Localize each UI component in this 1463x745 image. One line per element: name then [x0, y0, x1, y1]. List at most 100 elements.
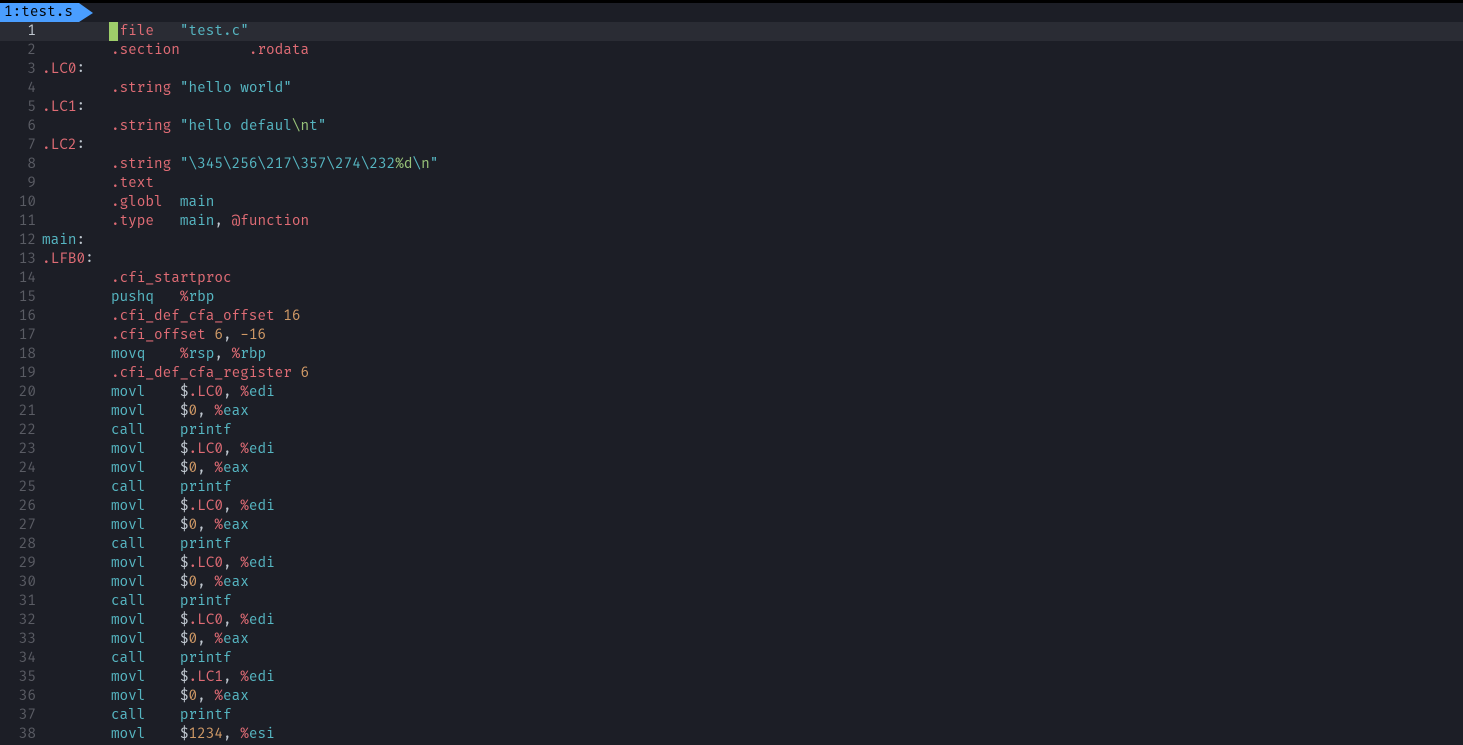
- code-content[interactable]: .LFB0:: [42, 250, 1463, 269]
- code-content[interactable]: main:: [42, 231, 1463, 250]
- code-line[interactable]: 36 movl $0, %eax: [0, 687, 1463, 706]
- code-line[interactable]: 22 call printf: [0, 421, 1463, 440]
- code-content[interactable]: .cfi_def_cfa_offset 16: [42, 307, 1463, 326]
- code-line[interactable]: 28 call printf: [0, 535, 1463, 554]
- code-content[interactable]: movl $0, %eax: [42, 402, 1463, 421]
- token-reg: edi: [249, 612, 275, 629]
- code-line[interactable]: 5.LC1:: [0, 98, 1463, 117]
- token-plain: [292, 365, 301, 382]
- token-d: .: [189, 669, 198, 686]
- code-line[interactable]: 29 movl $.LC0, %edi: [0, 554, 1463, 573]
- code-line[interactable]: 23 movl $.LC0, %edi: [0, 440, 1463, 459]
- line-number: 35: [0, 668, 42, 687]
- code-line[interactable]: 27 movl $0, %eax: [0, 516, 1463, 535]
- code-content[interactable]: .type main, @function: [42, 212, 1463, 231]
- code-content[interactable]: movl $.LC1, %edi: [42, 668, 1463, 687]
- code-line[interactable]: 6 .string "hello defaul\nt": [0, 117, 1463, 136]
- code-content[interactable]: movl $.LC0, %edi: [42, 383, 1463, 402]
- code-line[interactable]: 8 .string "\345\256\217\357\274\232%d\n": [0, 155, 1463, 174]
- code-line[interactable]: 15 pushq %rbp: [0, 288, 1463, 307]
- token-plain: [42, 23, 111, 40]
- code-content[interactable]: .section .rodata: [42, 41, 1463, 60]
- token-pct: %: [240, 498, 249, 515]
- code-content[interactable]: movl $0, %eax: [42, 516, 1463, 535]
- code-content[interactable]: movl $0, %eax: [42, 459, 1463, 478]
- code-content[interactable]: pushq %rbp: [42, 288, 1463, 307]
- code-content[interactable]: movl $0, %eax: [42, 687, 1463, 706]
- code-line[interactable]: 11 .type main, @function: [0, 212, 1463, 231]
- code-line[interactable]: 33 movl $0, %eax: [0, 630, 1463, 649]
- code-line[interactable]: 9 .text: [0, 174, 1463, 193]
- code-content[interactable]: .text: [42, 174, 1463, 193]
- code-line[interactable]: 20 movl $.LC0, %edi: [0, 383, 1463, 402]
- code-line[interactable]: 14 .cfi_startproc: [0, 269, 1463, 288]
- code-content[interactable]: .LC1:: [42, 98, 1463, 117]
- token-comma: ,: [223, 669, 240, 686]
- code-content[interactable]: call printf: [42, 649, 1463, 668]
- code-line[interactable]: 17 .cfi_offset 6, -16: [0, 326, 1463, 345]
- code-content[interactable]: movq %rsp, %rbp: [42, 345, 1463, 364]
- code-line[interactable]: 1 .file "test.c": [0, 22, 1463, 41]
- code-content[interactable]: movl $1234, %esi: [42, 725, 1463, 744]
- token-reg: eax: [223, 688, 249, 705]
- code-content[interactable]: .LC2:: [42, 136, 1463, 155]
- code-content[interactable]: .LC0:: [42, 60, 1463, 79]
- code-line[interactable]: 37 call printf: [0, 706, 1463, 725]
- code-content[interactable]: .globl main: [42, 193, 1463, 212]
- code-line[interactable]: 7.LC2:: [0, 136, 1463, 155]
- code-line[interactable]: 30 movl $0, %eax: [0, 573, 1463, 592]
- line-number: 23: [0, 440, 42, 459]
- line-number: 15: [0, 288, 42, 307]
- code-line[interactable]: 10 .globl main: [0, 193, 1463, 212]
- token-plain: [171, 80, 180, 97]
- token-kw: function: [240, 213, 309, 230]
- code-line[interactable]: 25 call printf: [0, 478, 1463, 497]
- code-content[interactable]: .cfi_startproc: [42, 269, 1463, 288]
- token-plain: [145, 346, 179, 363]
- code-content[interactable]: movl $0, %eax: [42, 573, 1463, 592]
- code-line[interactable]: 13.LFB0:: [0, 250, 1463, 269]
- code-content[interactable]: call printf: [42, 706, 1463, 725]
- code-line[interactable]: 24 movl $0, %eax: [0, 459, 1463, 478]
- code-line[interactable]: 35 movl $.LC1, %edi: [0, 668, 1463, 687]
- code-line[interactable]: 18 movq %rsp, %rbp: [0, 345, 1463, 364]
- code-line[interactable]: 4 .string "hello world": [0, 79, 1463, 98]
- line-number: 14: [0, 269, 42, 288]
- code-line[interactable]: 21 movl $0, %eax: [0, 402, 1463, 421]
- code-line[interactable]: 16 .cfi_def_cfa_offset 16: [0, 307, 1463, 326]
- line-number: 36: [0, 687, 42, 706]
- token-d: .: [111, 365, 120, 382]
- code-content[interactable]: .cfi_offset 6, -16: [42, 326, 1463, 345]
- code-line[interactable]: 38 movl $1234, %esi: [0, 725, 1463, 744]
- token-d: .: [189, 498, 198, 515]
- token-lbl: LC2: [51, 137, 77, 154]
- code-line[interactable]: 32 movl $.LC0, %edi: [0, 611, 1463, 630]
- code-line[interactable]: 2 .section .rodata: [0, 41, 1463, 60]
- code-line[interactable]: 12main:: [0, 231, 1463, 250]
- code-content[interactable]: movl $.LC0, %edi: [42, 497, 1463, 516]
- code-content[interactable]: call printf: [42, 592, 1463, 611]
- code-line[interactable]: 19 .cfi_def_cfa_register 6: [0, 364, 1463, 383]
- code-line[interactable]: 31 call printf: [0, 592, 1463, 611]
- code-content[interactable]: call printf: [42, 478, 1463, 497]
- code-content[interactable]: .string "hello defaul\nt": [42, 117, 1463, 136]
- token-plain: [145, 441, 179, 458]
- code-content[interactable]: movl $.LC0, %edi: [42, 440, 1463, 459]
- code-content[interactable]: movl $.LC0, %edi: [42, 611, 1463, 630]
- code-line[interactable]: 26 movl $.LC0, %edi: [0, 497, 1463, 516]
- code-line[interactable]: 3.LC0:: [0, 60, 1463, 79]
- token-plain: [42, 441, 111, 458]
- code-editor[interactable]: 1 .file "test.c"2 .section .rodata3.LC0:…: [0, 22, 1463, 744]
- code-content[interactable]: movl $0, %eax: [42, 630, 1463, 649]
- buffer-tab-active[interactable]: 1: test.s: [0, 3, 79, 22]
- code-content[interactable]: .cfi_def_cfa_register 6: [42, 364, 1463, 383]
- code-line[interactable]: 34 call printf: [0, 649, 1463, 668]
- code-content[interactable]: movl $.LC0, %edi: [42, 554, 1463, 573]
- code-content[interactable]: call printf: [42, 421, 1463, 440]
- code-content[interactable]: .string "\345\256\217\357\274\232%d\n": [42, 155, 1463, 174]
- code-content[interactable]: .string "hello world": [42, 79, 1463, 98]
- code-content[interactable]: call printf: [42, 535, 1463, 554]
- token-plain: [171, 156, 180, 173]
- line-number: 38: [0, 725, 42, 744]
- code-content[interactable]: .file "test.c": [42, 22, 1463, 41]
